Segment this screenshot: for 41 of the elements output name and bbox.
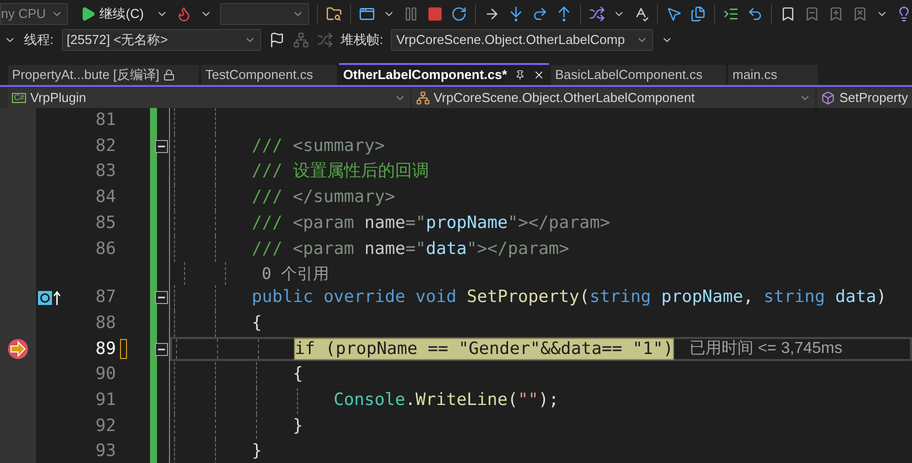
thread-label: 线程:: [24, 31, 54, 50]
code-line: /// <param name="data"></param>: [252, 238, 570, 261]
document-tab[interactable]: PropertyAt...bute [反编译]: [8, 65, 200, 85]
csharp-file-icon: C#: [12, 92, 26, 102]
line-number: 84: [96, 186, 116, 210]
project-dropdown[interactable]: C# VrpPlugin: [8, 88, 410, 108]
code-line: Console.WriteLine("");: [334, 388, 559, 412]
document-tab[interactable]: OtherLabelComponent.cs*: [339, 63, 550, 85]
member-dropdown[interactable]: SetProperty: [817, 88, 912, 108]
reference-count-link[interactable]: 0 个引用: [262, 262, 330, 286]
document-tab[interactable]: BasicLabelComponent.cs: [551, 65, 726, 85]
line-number: 88: [96, 312, 116, 335]
platform-dropdown[interactable]: ny CPU: [0, 2, 68, 24]
line-number: 89: [96, 338, 116, 361]
line-number: 86: [96, 238, 116, 261]
code-line: /// <summary>: [252, 134, 385, 158]
type-dropdown[interactable]: VrpCoreScene.Object.OtherLabelComponent: [412, 88, 816, 108]
stack-frame-label: 堆栈帧:: [340, 31, 384, 50]
stack-frame-dropdown[interactable]: VrpCoreScene.Object.OtherLabelComp: [391, 29, 654, 51]
line-number: 85: [96, 212, 116, 235]
code-line: }: [252, 440, 262, 463]
line-number: 82: [96, 134, 116, 158]
line-number: 93: [96, 440, 116, 463]
thread-dropdown[interactable]: [25572] <无名称>: [62, 29, 261, 51]
document-tab[interactable]: TestComponent.cs: [201, 65, 338, 85]
code-line: public override void SetProperty(string propName, string data): [252, 286, 886, 310]
line-number: 90: [96, 363, 116, 386]
line-number: 81: [96, 109, 116, 132]
code-line: {: [292, 363, 303, 386]
code-line: /// </summary>: [252, 186, 396, 210]
continue-button[interactable]: 继续(C): [76, 2, 148, 24]
document-tab[interactable]: main.cs: [728, 65, 818, 85]
code-line: }: [292, 414, 303, 438]
elapsed-time-tip: 已用时间 <= 3,745ms: [689, 338, 842, 360]
line-number: 83: [96, 160, 116, 184]
code-line: {: [252, 312, 262, 335]
line-number: 92: [96, 414, 116, 438]
line-number: 91: [96, 388, 116, 412]
line-number: 87: [96, 286, 116, 310]
code-line: /// 设置属性后的回调: [252, 160, 429, 184]
code-line: /// <param name="propName"></param>: [252, 212, 610, 235]
